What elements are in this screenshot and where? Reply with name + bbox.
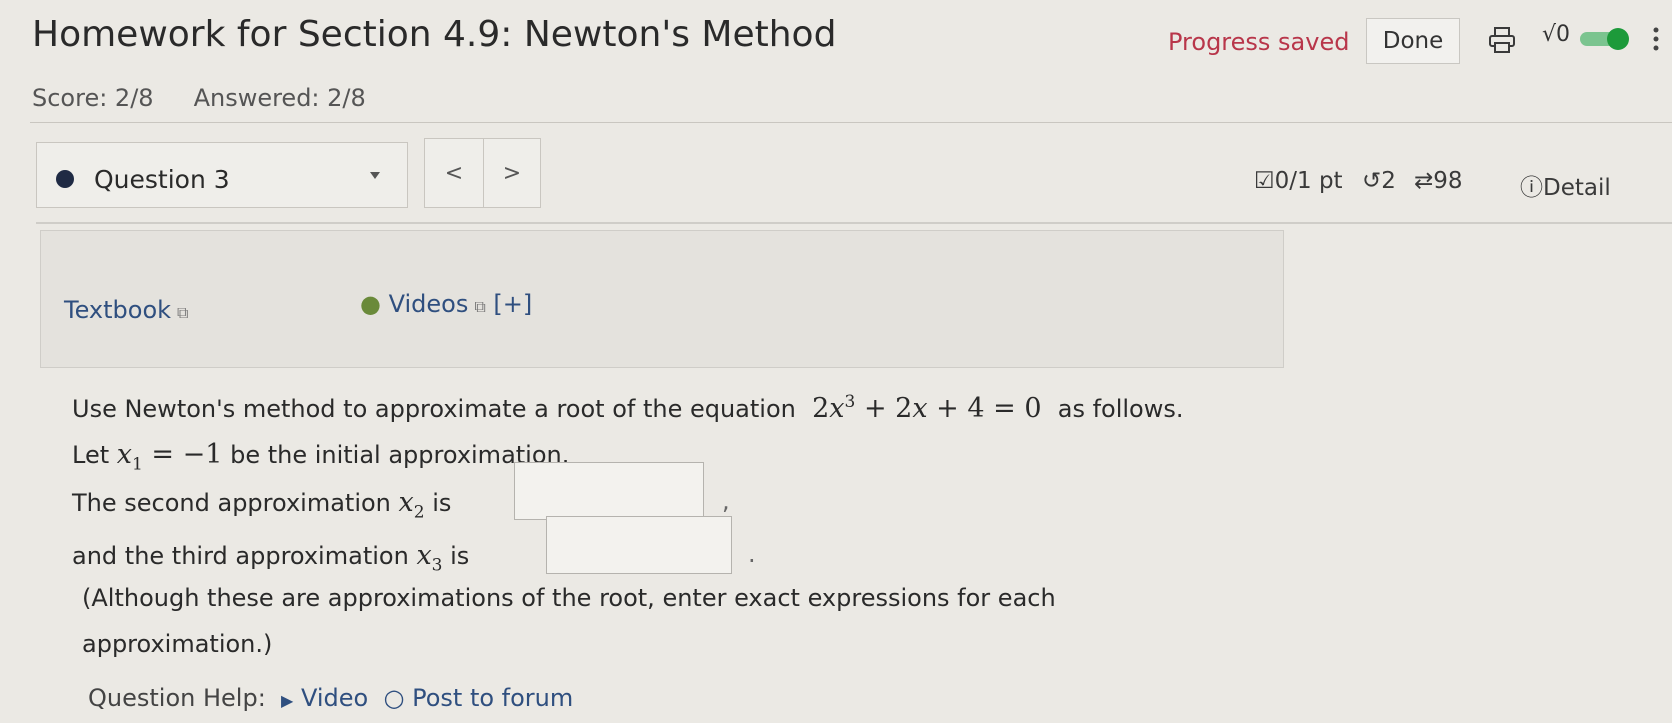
retry-icon: ↺ — [1362, 168, 1382, 194]
more-options-icon[interactable] — [1652, 24, 1660, 54]
exact-expression-note-cont: approximation.) — [82, 630, 273, 658]
retries-info: ↺2 — [1362, 168, 1396, 194]
question-status-dot — [56, 170, 74, 188]
previous-question-button[interactable]: < — [424, 138, 484, 208]
retries-value: 2 — [1381, 168, 1396, 194]
external-link-icon: ⧉ — [474, 297, 486, 316]
details-label: Detail — [1543, 175, 1611, 201]
divider — [36, 222, 1672, 224]
textbook-link[interactable]: Textbook ⧉ — [64, 296, 188, 324]
answered-value: Answered: 2/8 — [193, 84, 366, 112]
attempts-info: ⇄98 — [1414, 168, 1463, 194]
initial-approximation: Let x1 = −1 be the initial approximation… — [72, 439, 570, 475]
info-icon: ⓘ — [1520, 175, 1543, 201]
score-value: Score: 2/8 — [32, 84, 154, 112]
chevron-down-icon — [370, 172, 380, 179]
attempts-icon: ⇄ — [1414, 168, 1434, 194]
divider — [30, 122, 1672, 123]
points-value: 0/1 pt — [1274, 168, 1343, 194]
points-info: ☑0/1 pt — [1254, 168, 1343, 194]
play-icon: ▶ — [281, 691, 294, 710]
help-video-link[interactable]: ▶ Video — [281, 684, 368, 712]
exact-expression-note: (Although these are approximations of th… — [82, 584, 1056, 612]
details-link[interactable]: ⓘDetail — [1520, 168, 1611, 202]
question-help: Question Help: ▶ Video ○ Post to forum — [88, 684, 573, 712]
resources-panel — [40, 230, 1284, 368]
x3-answer-input[interactable] — [546, 516, 732, 574]
math-toggle-switch[interactable] — [1580, 28, 1630, 50]
third-approximation-row: and the third approximation x3 is — [72, 540, 470, 576]
expand-videos-button[interactable]: [+] — [493, 290, 532, 318]
videos-link[interactable]: ● Videos ⧉ [+] — [360, 290, 532, 318]
next-question-button[interactable]: > — [483, 138, 541, 208]
question-body: Use Newton's method to approximate a roo… — [72, 392, 1184, 712]
second-approximation-row: The second approximation x2 is — [72, 487, 452, 523]
question-help-label: Question Help: — [88, 684, 266, 712]
post-to-forum-link[interactable]: ○ Post to forum — [384, 684, 574, 712]
print-icon[interactable] — [1488, 26, 1516, 54]
equation: 2x3 + 2x + 4 = 0 — [812, 392, 1042, 424]
chat-bubble-icon: ○ — [383, 684, 405, 712]
checkbox-icon: ☑ — [1254, 168, 1275, 194]
videos-label: Videos — [388, 290, 469, 318]
textbook-label: Textbook — [64, 296, 172, 324]
attempts-value: 98 — [1433, 168, 1463, 194]
progress-status: Progress saved — [1168, 28, 1350, 56]
external-link-icon: ⧉ — [177, 303, 189, 322]
question-intro: Use Newton's method to approximate a roo… — [72, 392, 1184, 424]
done-button[interactable]: Done — [1366, 18, 1460, 64]
score-bar: Score: 2/8 Answered: 2/8 — [32, 84, 406, 112]
video-resource-icon: ● — [360, 290, 381, 318]
math-input-toggle-label: √0 — [1542, 22, 1571, 47]
page-title: Homework for Section 4.9: Newton's Metho… — [32, 14, 837, 55]
question-selector-label: Question 3 — [94, 165, 230, 194]
x2-answer-input[interactable] — [514, 462, 704, 520]
